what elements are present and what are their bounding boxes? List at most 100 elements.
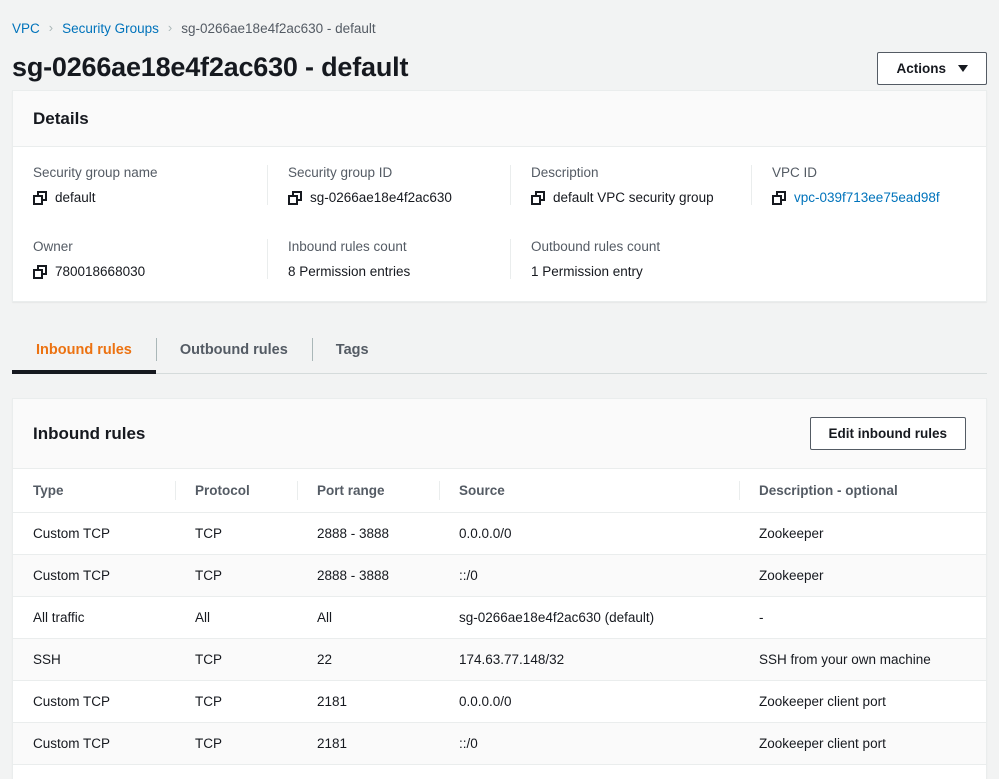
cell-source: 0.0.0.0/0 xyxy=(439,681,739,723)
cell-source: 0.0.0.0/0 xyxy=(439,765,739,779)
cell-type: Custom TCP xyxy=(13,765,175,779)
inbound-rules-table-body: Custom TCPTCP2888 - 38880.0.0.0/0Zookeep… xyxy=(13,513,986,779)
details-row-1: Security group name default Security gro… xyxy=(13,165,986,205)
detail-value: default VPC security group xyxy=(553,190,714,205)
breadcrumb-item-vpc[interactable]: VPC xyxy=(12,21,40,36)
detail-value-link[interactable]: vpc-039f713ee75ead98f xyxy=(794,190,940,205)
table-row[interactable]: Custom TCPTCP2888 - 3888::/0Zookeeper xyxy=(13,555,986,597)
copy-icon[interactable] xyxy=(772,191,786,205)
tab-label: Outbound rules xyxy=(180,342,288,358)
chevron-down-icon xyxy=(958,65,968,72)
cell-type: All traffic xyxy=(13,597,175,639)
detail-value: sg-0266ae18e4f2ac630 xyxy=(310,190,452,205)
cell-type: SSH xyxy=(13,639,175,681)
inbound-rules-table: Type Protocol Port range Source Descript… xyxy=(13,469,986,779)
cell-description: - xyxy=(739,597,986,639)
copy-icon[interactable] xyxy=(288,191,302,205)
copy-icon[interactable] xyxy=(531,191,545,205)
detail-value-row: 8 Permission entries xyxy=(288,264,490,279)
actions-button[interactable]: Actions xyxy=(877,52,987,85)
edit-inbound-rules-label: Edit inbound rules xyxy=(829,426,948,441)
breadcrumb-separator-icon: › xyxy=(168,21,172,34)
detail-field-inbound-rules-count: Inbound rules count 8 Permission entries xyxy=(267,239,510,279)
details-title: Details xyxy=(33,109,89,129)
cell-port-range: 2181 xyxy=(297,681,439,723)
cell-source: 0.0.0.0/0 xyxy=(439,513,739,555)
tab-inbound-rules[interactable]: Inbound rules xyxy=(12,326,156,373)
cell-protocol: TCP xyxy=(175,639,297,681)
detail-value: default xyxy=(55,190,96,205)
detail-label: Security group ID xyxy=(288,165,490,180)
table-row[interactable]: Custom TCPTCP2181::/0Zookeeper client po… xyxy=(13,723,986,765)
cell-description: Zookeeper client port xyxy=(739,723,986,765)
detail-field-owner: Owner 780018668030 xyxy=(13,239,267,279)
column-header-type[interactable]: Type xyxy=(13,469,175,513)
cell-protocol: TCP xyxy=(175,681,297,723)
cell-source: sg-0266ae18e4f2ac630 (default) xyxy=(439,597,739,639)
inbound-rules-panel-header: Inbound rules Edit inbound rules xyxy=(13,399,986,469)
tab-outbound-rules[interactable]: Outbound rules xyxy=(156,326,312,373)
cell-description: Zookeeper xyxy=(739,513,986,555)
details-panel-header: Details xyxy=(13,91,986,147)
detail-label: Inbound rules count xyxy=(288,239,490,254)
details-body: Security group name default Security gro… xyxy=(13,147,986,301)
detail-field-outbound-rules-count: Outbound rules count 1 Permission entry xyxy=(510,239,751,279)
detail-field-security-group-id: Security group ID sg-0266ae18e4f2ac630 xyxy=(267,165,510,205)
cell-protocol: All xyxy=(175,597,297,639)
cell-port-range: 2888 - 3888 xyxy=(297,513,439,555)
cell-source: 174.63.77.148/32 xyxy=(439,639,739,681)
cell-protocol: TCP xyxy=(175,513,297,555)
table-row[interactable]: Custom TCPTCP90920.0.0.0/0Kafka server p… xyxy=(13,765,986,779)
actions-button-label: Actions xyxy=(896,61,946,76)
breadcrumb-item-current: sg-0266ae18e4f2ac630 - default xyxy=(181,21,375,36)
detail-value: 780018668030 xyxy=(55,264,145,279)
cell-description: Zookeeper client port xyxy=(739,681,986,723)
breadcrumb-item-security-groups[interactable]: Security Groups xyxy=(62,21,159,36)
cell-description: Kafka server port xyxy=(739,765,986,779)
breadcrumb-separator-icon: › xyxy=(49,21,53,34)
inbound-rules-title: Inbound rules xyxy=(33,424,145,444)
column-header-source[interactable]: Source xyxy=(439,469,739,513)
column-header-description[interactable]: Description - optional xyxy=(739,469,986,513)
detail-value: 8 Permission entries xyxy=(288,264,410,279)
page-title: sg-0266ae18e4f2ac630 - default xyxy=(12,53,408,83)
detail-field-description: Description default VPC security group xyxy=(510,165,751,205)
table-row[interactable]: Custom TCPTCP21810.0.0.0/0Zookeeper clie… xyxy=(13,681,986,723)
cell-source: ::/0 xyxy=(439,723,739,765)
column-header-port-range[interactable]: Port range xyxy=(297,469,439,513)
cell-type: Custom TCP xyxy=(13,555,175,597)
details-panel: Details Security group name default Secu… xyxy=(12,90,987,302)
cell-description: SSH from your own machine xyxy=(739,639,986,681)
cell-type: Custom TCP xyxy=(13,513,175,555)
table-row[interactable]: SSHTCP22174.63.77.148/32SSH from your ow… xyxy=(13,639,986,681)
table-row[interactable]: Custom TCPTCP2888 - 38880.0.0.0/0Zookeep… xyxy=(13,513,986,555)
inbound-rules-panel: Inbound rules Edit inbound rules Type Pr… xyxy=(12,398,987,779)
detail-value-row: 1 Permission entry xyxy=(531,264,731,279)
copy-icon[interactable] xyxy=(33,191,47,205)
cell-protocol: TCP xyxy=(175,765,297,779)
detail-value-row: default xyxy=(33,190,247,205)
tab-tags[interactable]: Tags xyxy=(312,326,393,373)
detail-label: Security group name xyxy=(33,165,247,180)
copy-icon[interactable] xyxy=(33,265,47,279)
detail-value-row: vpc-039f713ee75ead98f xyxy=(772,190,971,205)
detail-field-vpc-id: VPC ID vpc-039f713ee75ead98f xyxy=(751,165,991,205)
cell-description: Zookeeper xyxy=(739,555,986,597)
table-header-row: Type Protocol Port range Source Descript… xyxy=(13,469,986,513)
detail-label: Outbound rules count xyxy=(531,239,731,254)
detail-label: VPC ID xyxy=(772,165,971,180)
detail-label: Description xyxy=(531,165,731,180)
detail-value-row: default VPC security group xyxy=(531,190,731,205)
detail-field-security-group-name: Security group name default xyxy=(13,165,267,205)
edit-inbound-rules-button[interactable]: Edit inbound rules xyxy=(810,417,967,450)
detail-value-row: sg-0266ae18e4f2ac630 xyxy=(288,190,490,205)
table-row[interactable]: All trafficAllAllsg-0266ae18e4f2ac630 (d… xyxy=(13,597,986,639)
breadcrumb: VPC › Security Groups › sg-0266ae18e4f2a… xyxy=(0,0,999,40)
tab-bar: Inbound rules Outbound rules Tags xyxy=(12,326,987,374)
cell-port-range: 2181 xyxy=(297,723,439,765)
column-header-protocol[interactable]: Protocol xyxy=(175,469,297,513)
cell-port-range: All xyxy=(297,597,439,639)
cell-protocol: TCP xyxy=(175,723,297,765)
cell-protocol: TCP xyxy=(175,555,297,597)
details-row-2: Owner 780018668030 Inbound rules count 8… xyxy=(13,239,986,279)
